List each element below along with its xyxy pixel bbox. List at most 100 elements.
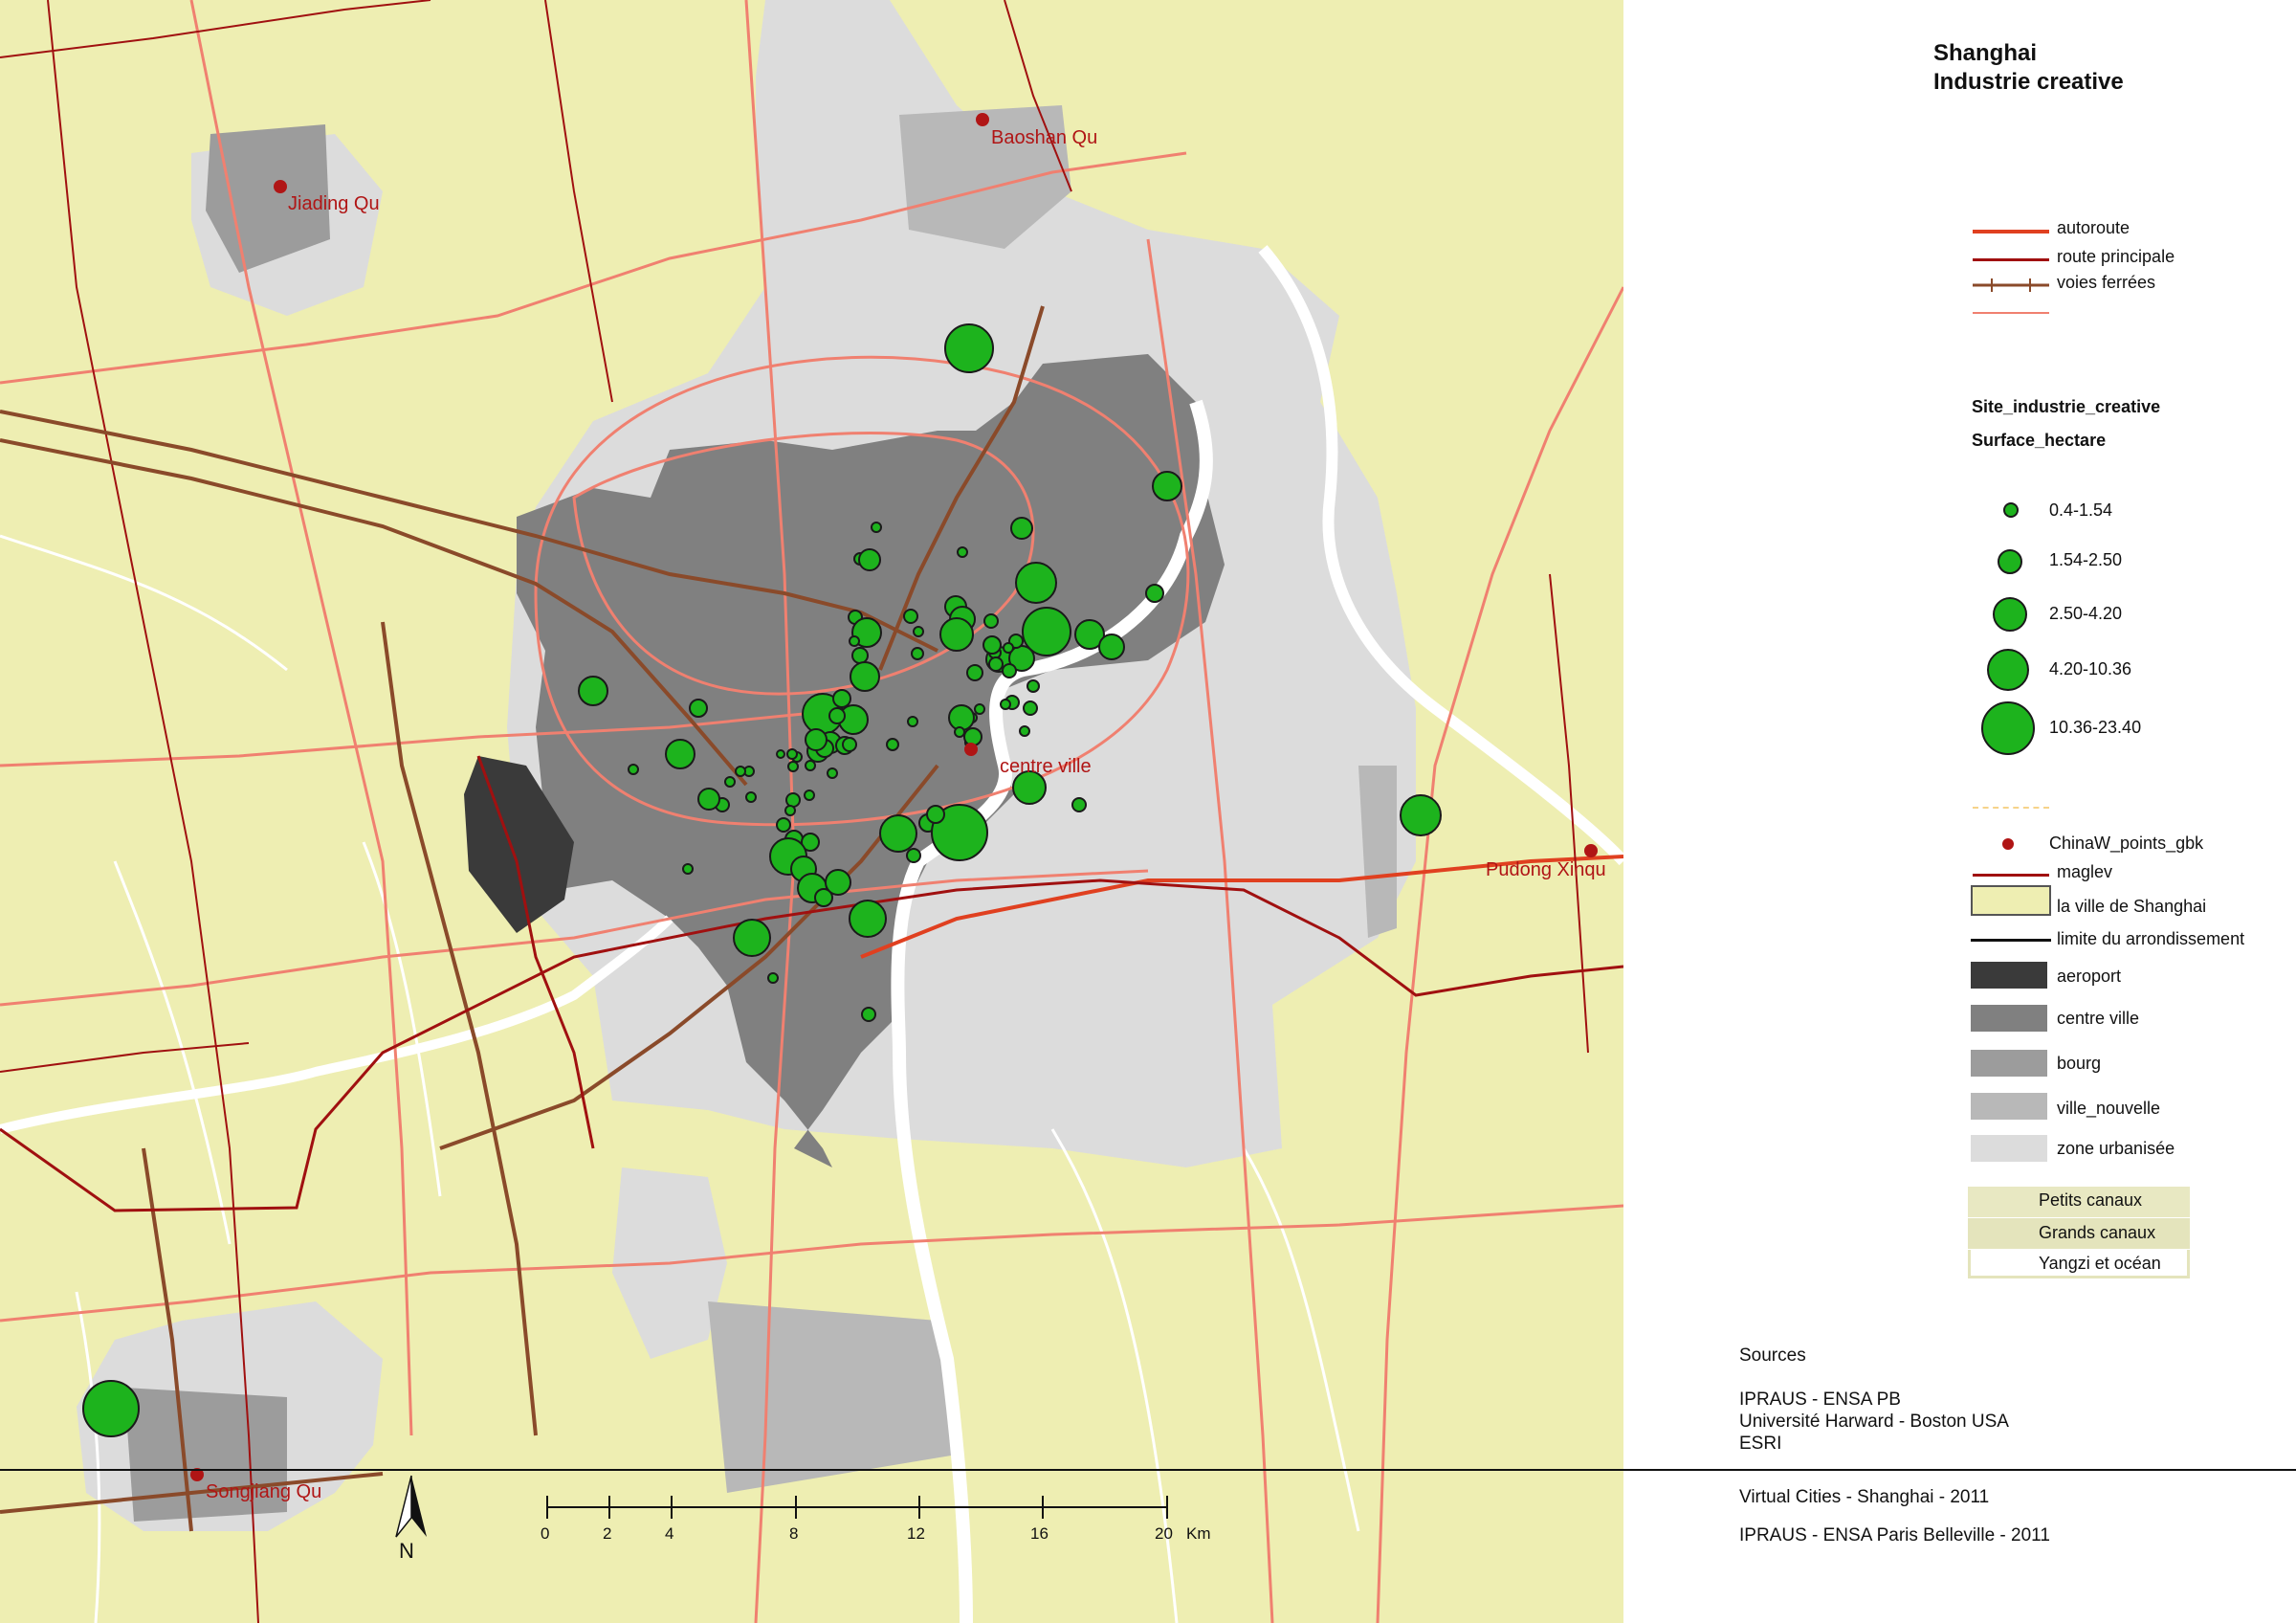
legend-area-label: bourg [2057, 1054, 2102, 1073]
legend-dashed-swatch [1973, 807, 2049, 809]
industry-site[interactable] [1023, 700, 1038, 716]
industry-site[interactable] [850, 661, 880, 692]
legend-class-label: 10.36-23.40 [2049, 718, 2142, 737]
industry-site[interactable] [983, 613, 999, 629]
industry-site[interactable] [926, 805, 945, 824]
industry-site[interactable] [628, 764, 639, 775]
legend-sites-header: Site_industrie_creative [1972, 397, 2161, 416]
divider-line [0, 1469, 2296, 1471]
industry-site[interactable] [944, 323, 994, 373]
industry-site[interactable] [849, 900, 887, 938]
legend-area-swatch [1971, 1093, 2047, 1120]
legend-boundary-swatch [1971, 939, 2051, 942]
legend-route-swatch [1973, 258, 2049, 261]
legend-class-symbol [1987, 649, 2029, 691]
industry-site[interactable] [957, 546, 968, 558]
legend-area-swatch [1971, 1050, 2047, 1077]
industry-site[interactable] [1000, 699, 1011, 710]
legend-water-label: Grands canaux [2039, 1223, 2156, 1242]
place-dot [964, 743, 978, 756]
place-label: Baoshan Qu [991, 127, 1098, 148]
legend-point-symbol [2002, 838, 2014, 850]
legend-surface-header: Surface_hectare [1972, 431, 2107, 450]
industry-site[interactable] [966, 664, 983, 681]
north-arrow-icon [395, 1475, 427, 1538]
legend-class-label: 0.4-1.54 [2049, 500, 2113, 520]
industry-site[interactable] [1002, 663, 1017, 678]
legend-road-minor-swatch [1973, 312, 2049, 314]
industry-site[interactable] [828, 707, 846, 724]
industry-site[interactable] [939, 617, 974, 652]
industry-site[interactable] [913, 626, 924, 637]
legend-class-symbol [2003, 502, 2019, 518]
industry-site[interactable] [825, 869, 851, 896]
scale-tick-label: 16 [1030, 1524, 1049, 1543]
legend-class-label: 4.20-10.36 [2049, 659, 2132, 678]
industry-site[interactable] [682, 863, 694, 875]
industry-site[interactable] [861, 1007, 876, 1022]
legend-autoroute-label: autoroute [2057, 218, 2130, 237]
industry-site[interactable] [1019, 725, 1030, 737]
industry-site[interactable] [1010, 517, 1033, 540]
legend-maglev-label: maglev [2057, 862, 2113, 881]
industry-site[interactable] [832, 689, 851, 708]
industry-site[interactable] [733, 919, 771, 957]
scale-tick-label: 12 [907, 1524, 925, 1543]
industry-site[interactable] [886, 738, 899, 751]
industry-site[interactable] [804, 789, 815, 801]
industry-site[interactable] [689, 699, 708, 718]
industry-site[interactable] [805, 728, 828, 751]
scale-tick-label: 20 [1155, 1524, 1173, 1543]
legend-class-label: 1.54-2.50 [2049, 550, 2123, 569]
legend-area-swatch [1971, 1005, 2047, 1032]
source-line: ESRI [1739, 1434, 1782, 1454]
industry-site[interactable] [578, 676, 608, 706]
industry-site[interactable] [665, 739, 695, 769]
place-dot [274, 180, 287, 193]
industry-site[interactable] [787, 761, 799, 772]
industry-site[interactable] [767, 972, 779, 984]
legend-area-swatch [1971, 885, 2051, 916]
industry-site[interactable] [1145, 584, 1164, 603]
industry-site[interactable] [849, 635, 860, 647]
industry-site[interactable] [1152, 471, 1182, 501]
industry-site[interactable] [1003, 642, 1014, 654]
industry-site[interactable] [82, 1380, 140, 1437]
legend-rail-swatch [1973, 278, 2049, 292]
industry-site[interactable] [724, 776, 736, 788]
map-canvas[interactable]: Baoshan Qu Jiading Qu centre ville Pudong X… [0, 0, 1623, 1623]
industry-site[interactable] [827, 767, 838, 779]
industry-site[interactable] [1400, 794, 1442, 836]
industry-site[interactable] [735, 766, 746, 777]
industry-site[interactable] [1071, 797, 1087, 812]
industry-site[interactable] [745, 791, 757, 803]
industry-site[interactable] [982, 635, 1002, 655]
industry-site[interactable] [858, 548, 881, 571]
scale-tick-label: 0 [541, 1524, 550, 1543]
legend-class-label: 2.50-4.20 [2049, 604, 2123, 623]
place-label: Pudong Xinqu [1486, 859, 1606, 880]
industry-site[interactable] [1015, 562, 1057, 604]
industry-site[interactable] [871, 522, 882, 533]
industry-site[interactable] [907, 716, 918, 727]
legend-rail-label: voies ferrées [2057, 273, 2156, 292]
legend-class-symbol [1981, 701, 2035, 755]
map-title: Shanghai [1933, 40, 2038, 66]
industry-site[interactable] [879, 814, 917, 853]
industry-site[interactable] [805, 760, 816, 771]
industry-site[interactable] [906, 848, 921, 863]
scale-tick-label: 2 [603, 1524, 612, 1543]
industry-site[interactable] [1027, 679, 1040, 693]
industry-site[interactable] [776, 749, 785, 759]
industry-site[interactable] [697, 788, 720, 811]
place-dot [976, 113, 989, 126]
industry-site[interactable] [911, 647, 924, 660]
industry-site[interactable] [842, 737, 857, 752]
industry-site[interactable] [786, 748, 798, 760]
industry-site[interactable] [1098, 634, 1125, 660]
legend-maglev-swatch [1973, 874, 2049, 877]
industry-site[interactable] [903, 609, 918, 624]
industry-site[interactable] [784, 805, 796, 816]
scale-bar [546, 1496, 1168, 1519]
source-line: IPRAUS - ENSA PB [1739, 1390, 1901, 1410]
